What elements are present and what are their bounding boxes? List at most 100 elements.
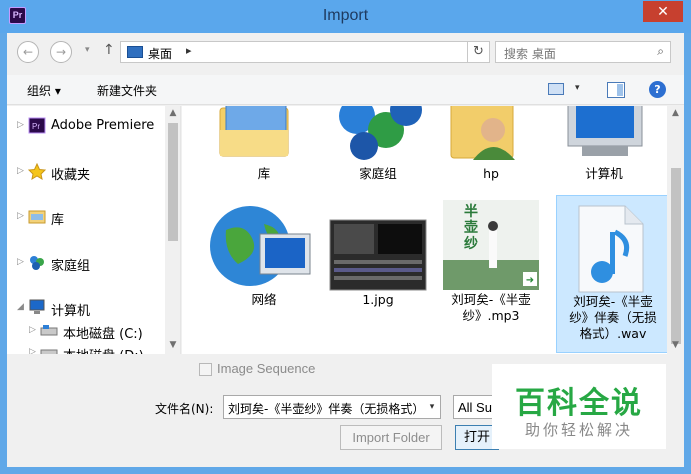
expand-arrow-icon[interactable]: ▷ [17,166,24,176]
sidebar-item-adobe-premiere[interactable]: ▷ Pr Adobe Premiere [7,116,167,138]
scrollbar-thumb[interactable] [671,168,681,344]
import-folder-button[interactable]: Import Folder [340,425,442,450]
file-item-library[interactable]: 库 [208,106,320,188]
window-title: Import [322,7,369,24]
help-icon[interactable]: ? [649,81,666,98]
up-arrow-icon[interactable]: ↑ [103,42,115,58]
sidebar-item-computer[interactable]: ◢ 计算机 [7,298,167,320]
file-item-mp3[interactable]: ➜ 半壶纱 刘珂矣-《半壶 纱》.mp3 [435,194,547,323]
svg-text:Pr: Pr [32,122,40,131]
view-options-chevron-icon[interactable]: ▾ [575,83,580,93]
sidebar-item-favorites[interactable]: ▷ 收藏夹 [7,162,167,184]
filename-value: 刘珂矣-《半壶纱》伴奏（无损格式）.wav [228,402,441,416]
file-item-computer[interactable]: 计算机 [548,106,660,188]
watermark-title: 百科全说 [515,386,643,421]
drive-icon [40,344,58,354]
expand-arrow-icon[interactable]: ▷ [17,211,24,221]
image-sequence-label: Image Sequence [217,361,316,376]
address-bar[interactable]: 桌面 ▸ [120,41,468,63]
organize-menu-button[interactable]: 组织 ▾ [27,82,61,99]
sidebar-item-label: 收藏夹 [51,168,91,183]
image-sequence-checkbox[interactable] [199,363,212,376]
navigation-pane: ▷ Pr Adobe Premiere ▷ 收藏夹 ▷ 库 ▷ 家庭组 ◢ 计算… [7,106,181,354]
sidebar-item-library[interactable]: ▷ 库 [7,207,167,229]
image-thumbnail [329,219,427,291]
library-icon [28,208,46,225]
file-list-scrollbar[interactable]: ▲ ▼ [667,106,684,354]
library-folder-icon [219,106,289,157]
network-globe-icon [210,206,311,286]
sidebar-item-label: 计算机 [51,304,91,319]
file-label-line-1: 刘珂矣-《半壶 [573,294,653,309]
scroll-up-arrow-icon[interactable]: ▲ [667,108,684,118]
file-label-line-2: 纱》伴奏（无损 [569,310,657,325]
sidebar-item-label: 家庭组 [51,259,91,274]
scrollbar-thumb[interactable] [168,123,178,241]
favorites-star-icon [27,162,47,181]
command-toolbar: 组织 ▾ 新建文件夹 ▾ ? [7,75,684,105]
scroll-down-arrow-icon[interactable]: ▼ [667,340,684,350]
expand-arrow-icon[interactable]: ▷ [17,120,24,130]
scroll-up-arrow-icon[interactable]: ▲ [165,108,180,118]
search-placeholder: 搜索 桌面 [504,47,556,61]
homegroup-icon [28,254,46,271]
filename-dropdown-chevron-icon[interactable]: ▾ [424,396,440,418]
music-note-file-icon [578,205,644,293]
file-label: hp [483,166,499,181]
file-label: 家庭组 [359,166,397,181]
search-input[interactable]: 搜索 桌面 ⌕ [495,41,671,63]
file-type-select[interactable]: All Supported Media [453,395,497,419]
navigation-scrollbar[interactable]: ▲ ▼ [165,106,180,354]
sidebar-item-label: 库 [51,213,65,228]
computer-icon [567,106,643,156]
file-label-line-1: 刘珂矣-《半壶 [451,292,531,307]
expand-arrow-icon[interactable]: ▷ [17,257,24,267]
sidebar-item-label: 本地磁盘 (C:) [63,327,143,342]
drive-icon [40,322,58,339]
desktop-icon [127,46,143,58]
user-folder-icon [450,106,515,160]
collapse-arrow-icon[interactable]: ◢ [17,302,24,312]
file-label-line-3: 格式）.wav [579,326,647,341]
sidebar-item-label: Adobe Premiere [51,118,155,133]
title-bar[interactable]: Pr Import ✕ [0,0,691,33]
expand-arrow-icon[interactable]: ▷ [29,347,36,354]
file-item-1-jpg[interactable]: 1.jpg [322,194,434,314]
filename-field[interactable]: 刘珂矣-《半壶纱》伴奏（无损格式）.wav ▾ [223,395,441,419]
premiere-icon: Pr [28,117,46,134]
file-label: 计算机 [585,166,623,181]
search-icon[interactable]: ⌕ [657,44,664,59]
sidebar-item-drive-d[interactable]: ▷ 本地磁盘 (D:) [19,343,179,354]
file-label: 1.jpg [362,292,394,307]
scroll-down-arrow-icon[interactable]: ▼ [165,340,180,350]
sidebar-item-label: 本地磁盘 (D:) [63,345,144,354]
homegroup-icon [339,106,422,160]
album-art-text: 半壶纱 [464,204,478,252]
file-item-network[interactable]: 网络 [208,194,320,314]
breadcrumb-desktop[interactable]: 桌面 [148,45,172,62]
watermark-overlay: 百科全说 助你轻松解决 [492,364,666,449]
forward-button[interactable]: → [50,41,72,63]
file-item-wav[interactable]: 刘珂矣-《半壶 纱》伴奏（无损 格式）.wav [556,195,668,353]
import-dialog: Pr Import ✕ ← → ▾ ↑ 桌面 ▸ ↻ 搜索 桌面 ⌕ 组织 ▾ … [0,0,691,474]
file-label: 库 [257,166,271,181]
sidebar-item-drive-c[interactable]: ▷ 本地磁盘 (C:) [19,321,179,343]
recent-locations-chevron-icon[interactable]: ▾ [85,45,90,55]
file-item-hp[interactable]: hp [435,106,547,188]
album-art-thumbnail: ➜ [443,200,539,290]
computer-icon [28,299,46,316]
back-button[interactable]: ← [17,41,39,63]
watermark-subtitle: 助你轻松解决 [524,421,633,439]
change-view-icon[interactable] [548,83,564,95]
preview-pane-icon[interactable] [607,82,625,98]
sidebar-item-homegroup[interactable]: ▷ 家庭组 [7,253,167,275]
file-item-homegroup[interactable]: 家庭组 [322,106,434,188]
file-label-line-2: 纱》.mp3 [462,308,520,323]
expand-arrow-icon[interactable]: ▷ [29,325,36,335]
filename-label: 文件名(N): [155,402,214,416]
close-button[interactable]: ✕ [643,1,683,22]
svg-text:➜: ➜ [526,275,534,286]
breadcrumb-chevron-icon[interactable]: ▸ [186,44,192,57]
new-folder-button[interactable]: 新建文件夹 [97,82,157,99]
refresh-icon[interactable]: ↻ [468,41,490,63]
